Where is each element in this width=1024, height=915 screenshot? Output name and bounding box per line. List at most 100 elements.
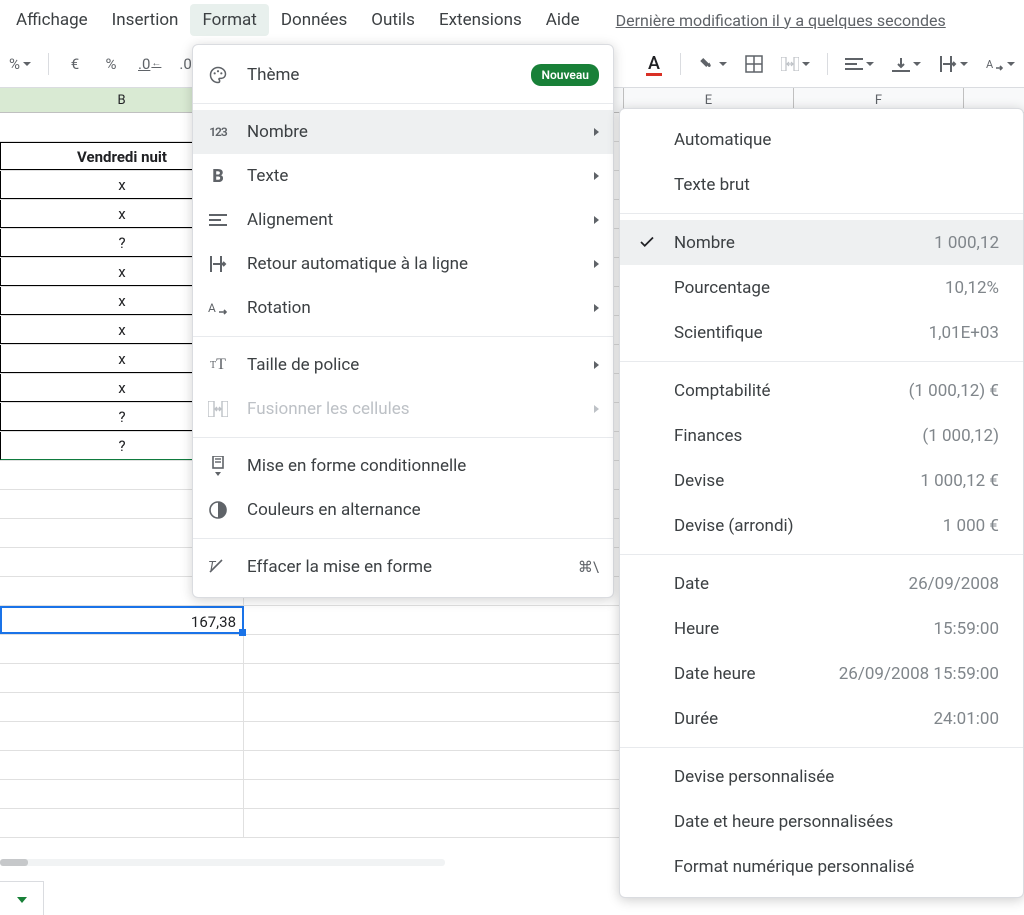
format-clear[interactable]: T Effacer la mise en forme ⌘\ xyxy=(193,545,613,589)
conditional-format-icon xyxy=(207,455,229,477)
nf-accounting[interactable]: Comptabilité (1 000,12) € xyxy=(620,368,1023,413)
toolbar-percent2[interactable]: % xyxy=(97,49,125,79)
label: Taille de police xyxy=(247,355,359,375)
label: Devise personnalisée xyxy=(674,767,834,787)
text-rotation-icon: A xyxy=(986,56,1004,72)
label: Format numérique personnalisé xyxy=(674,857,914,877)
nf-number[interactable]: Nombre 1 000,12 xyxy=(620,220,1023,265)
example: 10,12% xyxy=(945,278,999,298)
dec-less-text: .0 xyxy=(138,55,150,73)
nf-time[interactable]: Heure 15:59:00 xyxy=(620,606,1023,651)
sheet-tab-dropdown[interactable] xyxy=(0,881,44,915)
label: Retour automatique à la ligne xyxy=(247,254,468,274)
menu-aide[interactable]: Aide xyxy=(534,4,592,36)
submenu-arrow-icon xyxy=(594,361,599,369)
label: Effacer la mise en forme xyxy=(247,557,432,577)
toolbar-rotation[interactable]: A xyxy=(981,49,1020,79)
last-modified-link[interactable]: Dernière modification il y a quelques se… xyxy=(616,11,946,30)
cell[interactable] xyxy=(0,693,244,721)
format-conditional[interactable]: Mise en forme conditionnelle xyxy=(193,444,613,488)
palette-icon xyxy=(207,64,229,86)
nf-currency[interactable]: Devise 1 000,12 € xyxy=(620,458,1023,503)
horizontal-scrollbar[interactable] xyxy=(0,853,445,871)
label: Heure xyxy=(674,619,719,639)
nf-date[interactable]: Date 26/09/2008 xyxy=(620,561,1023,606)
new-badge: Nouveau xyxy=(531,64,599,86)
format-menu: Thème Nouveau 123 Nombre B Texte Alignem… xyxy=(192,44,614,598)
nf-finance[interactable]: Finances (1 000,12) xyxy=(620,413,1023,458)
label: Finances xyxy=(674,426,742,446)
label: Scientifique xyxy=(674,323,763,343)
format-alternating[interactable]: Couleurs en alternance xyxy=(193,488,613,532)
menu-insertion[interactable]: Insertion xyxy=(100,4,191,36)
nf-currency-rounded[interactable]: Devise (arrondi) 1 000 € xyxy=(620,503,1023,548)
toolbar-halign[interactable] xyxy=(840,49,879,79)
nf-custom-number[interactable]: Format numérique personnalisé xyxy=(620,844,1023,889)
toolbar-merge[interactable] xyxy=(776,49,815,79)
alternating-colors-icon xyxy=(207,499,229,521)
wrap-overflow-icon xyxy=(939,56,957,72)
cell[interactable] xyxy=(0,751,244,779)
example: (1 000,12) € xyxy=(909,381,999,401)
label: Fusionner les cellules xyxy=(247,399,410,419)
clear-format-icon: T xyxy=(207,556,229,578)
label: Automatique xyxy=(674,130,771,150)
rotation-icon: A xyxy=(207,297,229,319)
font-size-icon: TT xyxy=(207,354,229,376)
nf-percent[interactable]: Pourcentage 10,12% xyxy=(620,265,1023,310)
format-rotation[interactable]: A Rotation xyxy=(193,286,613,330)
toolbar-valign[interactable] xyxy=(887,49,926,79)
cell[interactable] xyxy=(0,722,244,750)
scrollbar-track xyxy=(0,859,445,866)
format-alignment[interactable]: Alignement xyxy=(193,198,613,242)
submenu-arrow-icon xyxy=(594,128,599,136)
nf-custom-currency[interactable]: Devise personnalisée xyxy=(620,754,1023,799)
wrap-icon xyxy=(207,253,229,275)
menu-affichage[interactable]: Affichage xyxy=(4,4,100,36)
example: 26/09/2008 xyxy=(909,574,999,594)
format-font-size[interactable]: TT Taille de police xyxy=(193,343,613,387)
submenu-arrow-icon xyxy=(594,304,599,312)
submenu-arrow-icon xyxy=(594,172,599,180)
menu-outils[interactable]: Outils xyxy=(359,4,427,36)
nf-plain[interactable]: Texte brut xyxy=(620,162,1023,207)
cell[interactable] xyxy=(0,809,244,837)
label: Nombre xyxy=(247,122,308,142)
example: 26/09/2008 15:59:00 xyxy=(839,664,999,684)
toolbar-separator xyxy=(680,53,681,75)
menubar: Affichage Insertion Format Données Outil… xyxy=(0,0,1024,40)
cell[interactable] xyxy=(0,780,244,808)
number-icon: 123 xyxy=(207,121,229,143)
nf-scientific[interactable]: Scientifique 1,01E+03 xyxy=(620,310,1023,355)
toolbar-currency[interactable]: € xyxy=(61,49,89,79)
nf-datetime[interactable]: Date heure 26/09/2008 15:59:00 xyxy=(620,651,1023,696)
bold-icon: B xyxy=(207,165,229,187)
toolbar-text-color[interactable]: A xyxy=(640,49,668,79)
format-theme[interactable]: Thème Nouveau xyxy=(193,53,613,97)
menu-format[interactable]: Format xyxy=(190,4,268,36)
nf-duration[interactable]: Durée 24:01:00 xyxy=(620,696,1023,741)
menu-donnees[interactable]: Données xyxy=(269,4,359,36)
example: 1 000,12 xyxy=(934,233,999,253)
label: Devise xyxy=(674,471,724,491)
toolbar-wrap[interactable] xyxy=(934,49,973,79)
number-format-submenu: Automatique Texte brut Nombre 1 000,12 P… xyxy=(619,108,1024,898)
nf-automatic[interactable]: Automatique xyxy=(620,117,1023,162)
align-icon xyxy=(207,209,229,231)
cell[interactable] xyxy=(0,635,244,663)
toolbar-dec-less[interactable]: .0 ← xyxy=(133,49,166,79)
format-number[interactable]: 123 Nombre xyxy=(193,110,613,154)
cell[interactable] xyxy=(0,664,244,692)
toolbar-percent-dropdown[interactable]: % xyxy=(4,49,36,79)
toolbar-fill-color[interactable] xyxy=(693,49,732,79)
cell-selected[interactable]: 167,38 xyxy=(0,606,244,634)
submenu-arrow-icon xyxy=(594,405,599,413)
scrollbar-thumb[interactable] xyxy=(0,859,28,866)
label: Rotation xyxy=(247,298,311,318)
format-wrap[interactable]: Retour automatique à la ligne xyxy=(193,242,613,286)
toolbar-borders[interactable] xyxy=(740,49,768,79)
nf-custom-datetime[interactable]: Date et heure personnalisées xyxy=(620,799,1023,844)
format-text[interactable]: B Texte xyxy=(193,154,613,198)
shortcut: ⌘\ xyxy=(578,558,599,576)
menu-extensions[interactable]: Extensions xyxy=(427,4,534,36)
